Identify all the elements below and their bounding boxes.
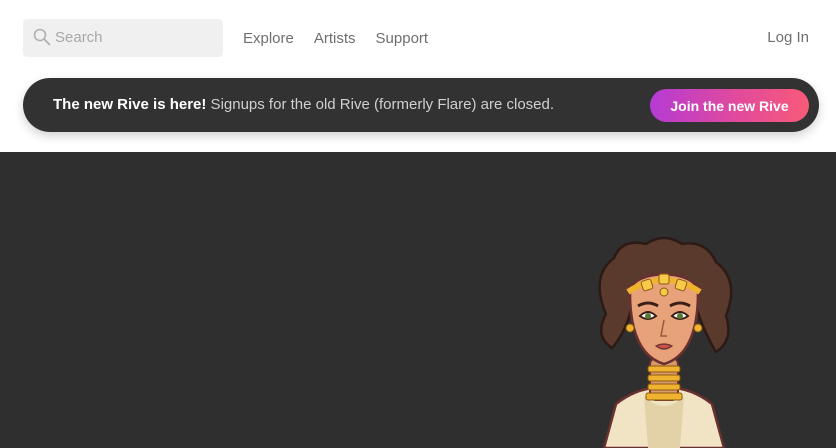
banner-headline: The new Rive is here! (53, 96, 207, 113)
hero-section (0, 152, 836, 448)
top-navigation-bar: Search Explore Artists Support Log In (0, 0, 836, 78)
nav-explore-link[interactable]: Explore (243, 30, 294, 47)
character-illustration (598, 236, 733, 448)
join-new-rive-button[interactable]: Join the new Rive (650, 89, 809, 122)
nav-support-link[interactable]: Support (376, 30, 429, 47)
banner-message: The new Rive is here! Signups for the ol… (53, 96, 554, 113)
main-nav: Explore Artists Support (243, 30, 428, 47)
search-icon (33, 28, 51, 46)
login-link[interactable]: Log In (767, 29, 809, 46)
search-box[interactable]: Search (23, 19, 223, 57)
banner-text: Signups for the old Rive (formerly Flare… (206, 96, 555, 113)
nav-artists-link[interactable]: Artists (314, 30, 356, 47)
search-input[interactable]: Search (55, 29, 103, 46)
announcement-banner: The new Rive is here! Signups for the ol… (23, 78, 819, 132)
